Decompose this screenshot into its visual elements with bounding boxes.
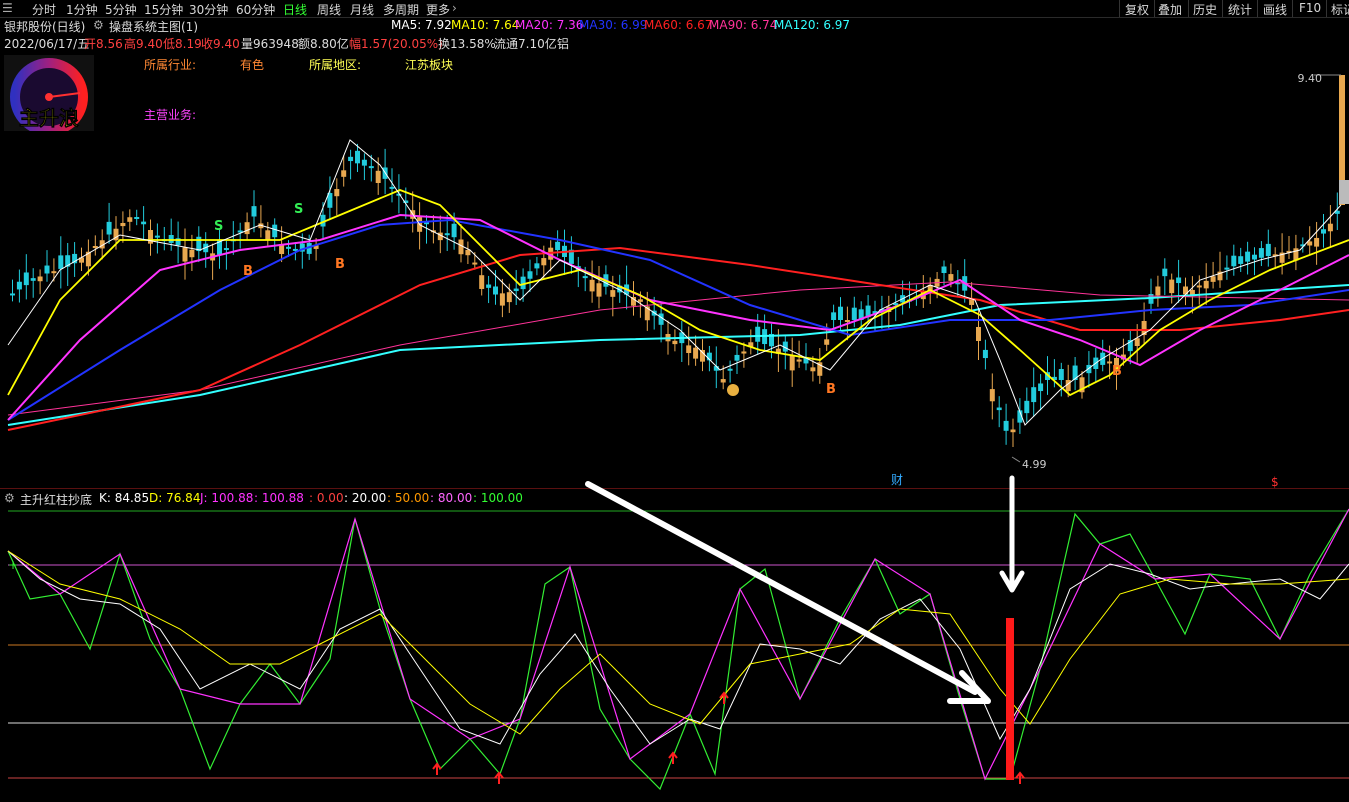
svg-text:B: B [243, 264, 253, 279]
red-bottom-bar [1006, 618, 1014, 780]
finance-marker: 财 [891, 473, 903, 487]
svg-text:B: B [335, 257, 345, 272]
price-low-label: 4.99 [1022, 458, 1047, 471]
svg-text:+: + [8, 558, 18, 572]
svg-text:B: B [826, 382, 836, 397]
scrollbar-handle[interactable] [1339, 180, 1349, 204]
candlestick-chart[interactable]: B B B B S S 9.40 4.99 财 $ [0, 0, 1349, 488]
dollar-marker: $ [1271, 475, 1279, 488]
price-high-label: 9.40 [1298, 72, 1323, 85]
svg-text:B: B [1112, 364, 1122, 379]
indicator-chart[interactable]: + [0, 489, 1349, 802]
svg-text:S: S [294, 202, 303, 217]
svg-text:S: S [214, 219, 223, 234]
